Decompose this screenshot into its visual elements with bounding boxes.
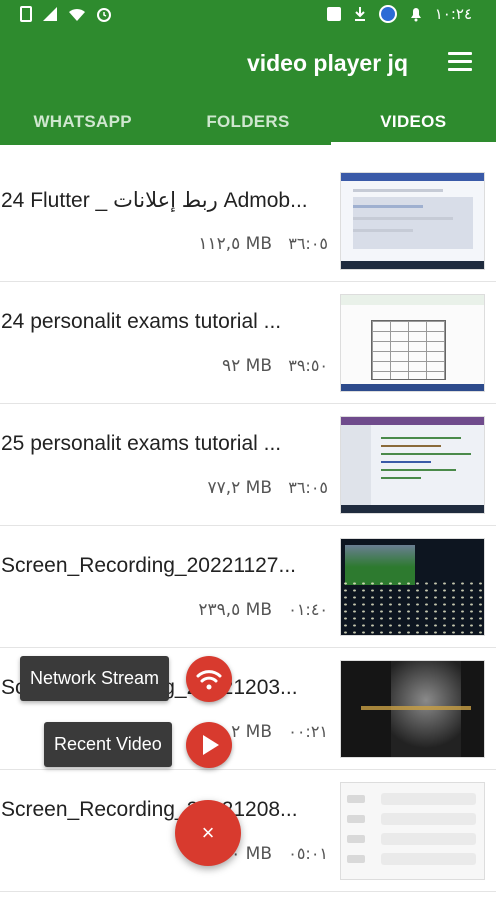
wifi-icon: [196, 670, 222, 690]
signal-icon: [43, 7, 57, 21]
video-thumbnail[interactable]: [340, 782, 485, 880]
status-time: ١٠:٢٤: [434, 5, 472, 23]
video-duration: ٣٦:٠٥: [288, 478, 328, 497]
tab-videos[interactable]: VIDEOS: [330, 100, 496, 145]
image-icon: [326, 7, 341, 21]
battery-icon: [20, 6, 32, 22]
video-size: ٢ MB: [231, 722, 272, 742]
close-fab-button[interactable]: ×: [175, 800, 241, 866]
play-icon: [203, 735, 219, 755]
video-list-item[interactable]: 25 personalit exams tutorial ... ٣٦:٠٥ ٧…: [0, 404, 496, 526]
tab-folders[interactable]: FOLDERS: [165, 100, 330, 145]
recent-video-label[interactable]: Recent Video: [44, 722, 172, 767]
video-duration: ٠٠:٢١: [288, 722, 328, 741]
video-duration: ٣٦:٠٥: [288, 234, 328, 253]
video-size: ٧٧,٢ MB: [207, 478, 272, 498]
video-thumbnail[interactable]: [340, 660, 485, 758]
close-icon: ×: [201, 820, 215, 845]
video-thumbnail[interactable]: [340, 294, 485, 392]
app-bar: video player jq: [0, 30, 496, 100]
video-thumbnail[interactable]: [340, 416, 485, 514]
video-title: Screen_Recording_20221127...: [1, 554, 296, 577]
video-list-item[interactable]: Screen_Recording_20221208... ٠٥:٠١ ٠ MB: [0, 770, 496, 892]
video-list-item[interactable]: 24 personalit exams tutorial ... ٣٩:٥٠ ٩…: [0, 282, 496, 404]
video-duration: ٣٩:٥٠: [288, 356, 328, 375]
network-stream-button[interactable]: [186, 656, 232, 702]
video-title: Screen_Recording_20221208...: [1, 798, 298, 821]
video-size: ٩٢ MB: [222, 356, 272, 376]
app-title: video player jq: [246, 50, 408, 76]
notification-bell-icon: [410, 8, 421, 22]
video-list: 24 Flutter _ ربط إعلانات Admob... ٣٦:٠٥ …: [0, 160, 496, 892]
recent-video-button[interactable]: [186, 722, 232, 768]
network-stream-label[interactable]: Network Stream: [20, 656, 170, 701]
video-thumbnail[interactable]: [340, 538, 485, 636]
download-icon: [354, 7, 365, 21]
browser-icon: [378, 5, 397, 23]
video-title: 25 personalit exams tutorial ...: [1, 432, 282, 455]
video-list-item[interactable]: Screen_Recording_20221127... ٠١:٤٠ ٢٣٩,٥…: [0, 526, 496, 648]
video-duration: ٠١:٤٠: [288, 600, 328, 619]
tab-whatsapp[interactable]: WHATSAPP: [0, 100, 165, 145]
menu-icon[interactable]: [448, 52, 472, 72]
video-duration: ٠٥:٠١: [288, 844, 328, 863]
wifi-icon: [69, 8, 85, 21]
tab-bar: WHATSAPP FOLDERS VIDEOS: [0, 100, 496, 145]
alarm-icon: [97, 8, 111, 22]
video-thumbnail[interactable]: [340, 172, 485, 270]
app-screen: ١٠:٢٤ video player jq WHATSAPP FOLDERS V…: [0, 0, 496, 900]
video-size: ١١٢,٥ MB: [198, 234, 272, 254]
video-title: 24 Flutter _ ربط إعلانات Admob...: [1, 189, 308, 212]
video-title: 24 personalit exams tutorial ...: [1, 310, 282, 333]
status-bar: ١٠:٢٤: [0, 0, 496, 30]
video-list-item[interactable]: 24 Flutter _ ربط إعلانات Admob... ٣٦:٠٥ …: [0, 160, 496, 282]
video-size: ٢٣٩,٥ MB: [198, 600, 272, 620]
